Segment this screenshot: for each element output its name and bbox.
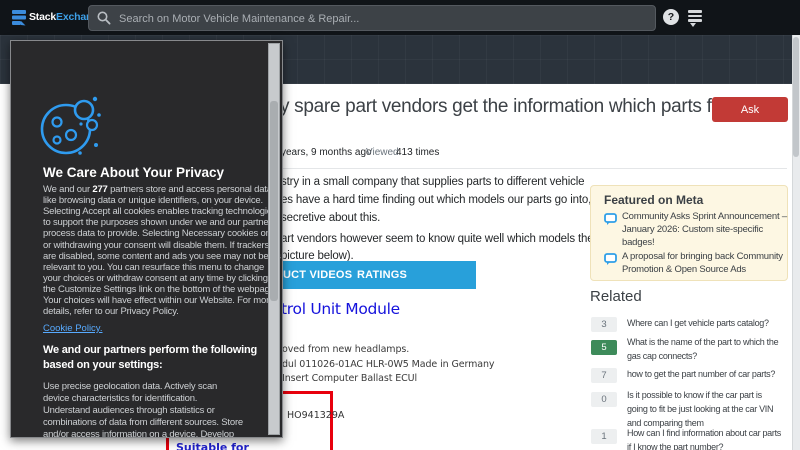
privacy-intro-line: details, refer to our Privacy Policy. [43, 306, 179, 317]
privacy-intro-line: like browsing data or unique identifiers… [43, 195, 263, 206]
related-line: gas cap connects? [627, 349, 778, 363]
privacy-intro-line: Your choices will have effect within our… [43, 295, 274, 306]
featured-item-line: A proposal for bringing back Community [622, 250, 783, 263]
featured-item-line: Community Asks Sprint Announcement – [622, 210, 787, 223]
related-vote-badge-accepted: 5 [591, 340, 617, 355]
tab-ratings: RATINGS [357, 261, 407, 289]
featured-on-meta-title: Featured on Meta [604, 193, 703, 207]
related-line: going to fit be just looking at the car … [627, 402, 773, 416]
search-box[interactable] [88, 5, 656, 31]
featured-item[interactable]: A proposal for bringing back Community P… [622, 250, 783, 276]
help-icon[interactable]: ? [663, 9, 679, 25]
settings-line: and/or access information on a device. D… [43, 429, 234, 438]
question-asked-date: years, 9 months ago [281, 147, 372, 158]
question-title[interactable]: y spare part vendors get the information… [280, 96, 720, 118]
privacy-intro-line: are disabled, some content and ads you s… [43, 251, 281, 262]
question-body-line: stry in a small company that supplies pa… [281, 176, 584, 188]
settings-line: Understand audiences through statistics … [43, 405, 215, 416]
ask-question-button[interactable]: Ask Question [712, 97, 788, 122]
switcher-tail [690, 23, 696, 27]
cookie-consent-dialog: We Care About Your Privacy We and our 27… [10, 40, 283, 438]
switcher-bar [688, 15, 702, 18]
cookie-icon [37, 93, 101, 159]
top-bar: StackExchange ? [0, 0, 800, 35]
related-question-link[interactable]: how to get the part number of car parts? [627, 367, 775, 381]
privacy-intro-line: or withdrawing your consent will disable… [43, 240, 269, 251]
meta-speech-bubble-icon [604, 253, 617, 266]
related-heading: Related [590, 288, 642, 305]
related-question-link[interactable]: How can I find information about car par… [627, 426, 781, 450]
related-question-link[interactable]: Where can I get vehicle parts catalog? [627, 316, 769, 330]
listing-detail-line: oved from new headlamps. [282, 344, 409, 355]
partners-settings-heading: We and our partners perform the followin… [43, 344, 257, 356]
privacy-intro-line: relevant to you. You can resurface this … [43, 262, 264, 273]
featured-item-line: January 2026: Custom site-specific [622, 223, 787, 236]
question-body-line: art vendors however seem to know quite w… [281, 233, 594, 245]
related-line: What is the name of the part to which th… [627, 335, 778, 349]
related-vote-badge: 1 [591, 429, 617, 444]
page: StackExchange ? y spare part vendors get… [0, 0, 800, 450]
listing-title-link: trol Unit Module [281, 300, 400, 318]
viewed-count: 413 times [396, 147, 439, 158]
privacy-intro-line: the Customize Settings link on the botto… [43, 284, 277, 295]
dialog-scrollbar-thumb[interactable] [270, 101, 278, 301]
intro-post: partners store and access personal data, [108, 184, 275, 195]
question-body-line: es have a hard time finding out which mo… [281, 194, 610, 206]
listing-detail-line: dul 011026-01AC HLR-0W5 Made in Germany [282, 359, 494, 370]
related-vote-badge: 7 [591, 368, 617, 383]
settings-line: combinations of data from different sour… [43, 417, 243, 428]
privacy-intro-line: to support the purposes shown under we a… [43, 217, 276, 228]
switcher-bar [688, 10, 702, 13]
featured-item-line: Promotion & Open Source Ads [622, 263, 783, 276]
featured-item[interactable]: Community Asks Sprint Announcement – Jan… [622, 210, 787, 249]
related-question-link[interactable]: Is it possible to know if the car part i… [627, 388, 773, 430]
intro-pre: We and our [43, 184, 92, 195]
search-input[interactable] [117, 6, 641, 32]
listing-detail-line: Insert Computer Ballast ECUl [282, 373, 417, 384]
related-vote-badge: 3 [591, 317, 617, 332]
privacy-intro-line: your choices or withdraw consent at any … [43, 273, 268, 284]
related-line: Is it possible to know if the car part i… [627, 388, 773, 402]
related-line: How can I find information about car par… [627, 426, 781, 440]
featured-item-line: badges! [622, 236, 787, 249]
search-icon [97, 11, 111, 25]
tab-product-videos: UCT VIDEOS [283, 261, 352, 289]
switcher-bar [688, 19, 702, 22]
related-vote-badge: 0 [591, 392, 617, 407]
partners-count: 277 [92, 184, 107, 195]
related-line: Where can I get vehicle parts catalog? [627, 316, 769, 330]
settings-line: Use precise geolocation data. Actively s… [43, 381, 217, 392]
suitable-for-link: Suitable for [176, 441, 249, 450]
logo-stack-text: Stack [29, 11, 56, 23]
site-switcher-icon[interactable] [688, 10, 703, 26]
related-line: if I know the part number? [627, 440, 781, 450]
privacy-intro-line: Selecting Accept all cookies enables tra… [43, 206, 276, 217]
page-scrollbar-thumb[interactable] [793, 37, 799, 157]
viewed-label: Viewed [366, 147, 399, 158]
privacy-intro-line: process data to provide. Selecting Neces… [43, 228, 277, 239]
cookie-policy-link[interactable]: Cookie Policy. [43, 323, 103, 334]
privacy-dialog-title: We Care About Your Privacy [43, 165, 224, 180]
part-number-text: HO941329A [287, 410, 344, 421]
question-body-line: secretive about this. [281, 212, 380, 224]
related-line: how to get the part number of car parts? [627, 367, 775, 381]
stack-exchange-logo-icon[interactable] [11, 9, 27, 26]
privacy-intro-line: We and our 277 partners store and access… [43, 184, 274, 195]
settings-line: device characteristics for identificatio… [43, 393, 197, 404]
partners-settings-heading: based on your settings: [43, 359, 162, 371]
meta-speech-bubble-icon [604, 213, 617, 226]
related-question-link[interactable]: What is the name of the part to which th… [627, 335, 778, 363]
